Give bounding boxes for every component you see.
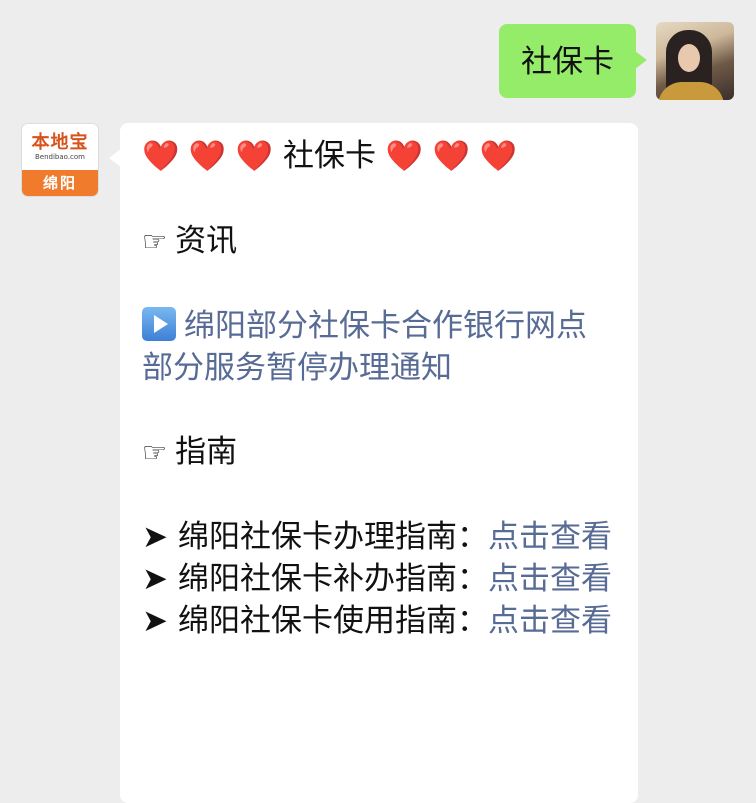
news-link-text: 绵阳部分社保卡合作银行网点部分服务暂停办理通知 <box>142 308 587 386</box>
section-guide-label: 指南 <box>175 434 238 470</box>
hearts-right: ❤️ ❤️ ❤️ <box>385 139 517 174</box>
pointing-hand-icon: ☞ <box>142 436 168 469</box>
guide-link[interactable]: 点击查看 <box>488 561 612 597</box>
logo-brand: 本地宝 <box>31 131 89 153</box>
guide-item: ➤ 绵阳社保卡补办指南：点击查看 <box>142 558 616 600</box>
logo-url: Bendibao.com <box>34 152 85 161</box>
outgoing-message-bubble[interactable]: 社保卡 <box>499 24 647 98</box>
section-news-label: 资讯 <box>175 223 238 259</box>
user-avatar[interactable] <box>656 22 734 100</box>
message-title: 社保卡 <box>283 138 376 174</box>
guide-link[interactable]: 点击查看 <box>488 519 612 555</box>
arrow-icon: ➤ <box>142 603 168 639</box>
guide-item: ➤ 绵阳社保卡使用指南：点击查看 <box>142 600 616 642</box>
guide-link[interactable]: 点击查看 <box>488 603 612 639</box>
guide-label: 绵阳社保卡使用指南： <box>177 603 488 639</box>
message-title-line: ❤️ ❤️ ❤️ 社保卡 ❤️ ❤️ ❤️ <box>142 135 616 178</box>
news-link[interactable]: 绵阳部分社保卡合作银行网点部分服务暂停办理通知 <box>142 305 616 389</box>
chat-window: 社保卡 本地宝 Bendibao.com 绵阳 ❤️ ❤️ ❤️ 社保卡 ❤️ … <box>0 0 756 803</box>
hearts-left: ❤️ ❤️ ❤️ <box>142 139 274 174</box>
play-icon <box>142 307 176 341</box>
outgoing-message-text: 社保卡 <box>521 44 614 80</box>
guide-item: ➤ 绵阳社保卡办理指南：点击查看 <box>142 516 616 558</box>
outgoing-message-row: 社保卡 <box>499 22 734 100</box>
bendibao-avatar[interactable]: 本地宝 Bendibao.com 绵阳 <box>22 124 98 196</box>
arrow-icon: ➤ <box>142 519 168 555</box>
section-news: ☞ 资讯 <box>142 220 616 263</box>
section-guide: ☞ 指南 <box>142 431 616 474</box>
guide-label: 绵阳社保卡办理指南： <box>177 519 488 555</box>
incoming-message-bubble: ❤️ ❤️ ❤️ 社保卡 ❤️ ❤️ ❤️ ☞ 资讯 绵阳部分社保卡合作银行网点部… <box>109 123 638 803</box>
pointing-hand-icon: ☞ <box>142 225 168 258</box>
guide-label: 绵阳社保卡补办指南： <box>177 561 488 597</box>
bendibao-logo: 本地宝 Bendibao.com <box>22 124 98 170</box>
arrow-icon: ➤ <box>142 561 168 597</box>
logo-city: 绵阳 <box>22 170 98 196</box>
